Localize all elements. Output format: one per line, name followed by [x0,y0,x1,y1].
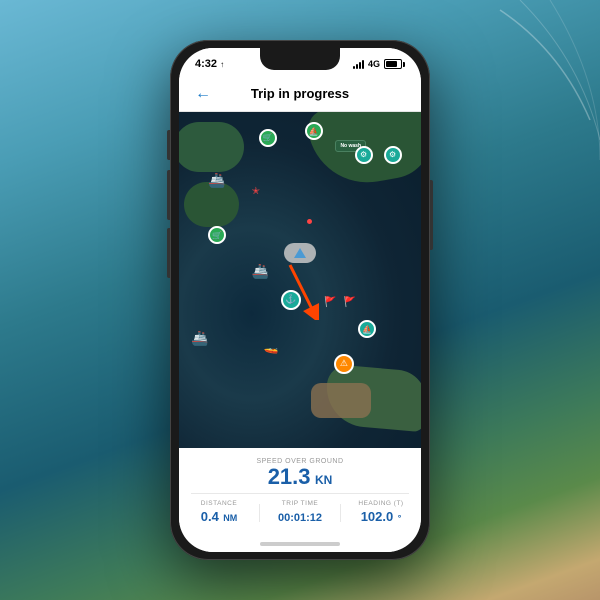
trip-time-display: 00:01:12 [260,508,340,526]
back-arrow-icon: ← [195,85,211,103]
distance-display: 0.4 NM [179,508,259,526]
teal-boat-marker[interactable]: ⛵ [358,320,376,338]
phone-notch [260,48,340,70]
warning-marker[interactable]: ⚠ [334,354,354,374]
teal-pin-gear-icon: ⚙ [355,146,373,164]
page-title-text: Trip in progress [251,86,349,101]
location-arrow-icon: ↑ [220,60,224,69]
teal-pin-gear-icon-2: ⚙ [384,146,402,164]
trip-time-value: 00:01:12 [278,512,322,524]
power-button [430,180,433,250]
metrics-row: DISTANCE 0.4 NM TRIP TIME 00:01:12 [179,494,421,526]
trip-time-label: TRIP TIME [260,500,340,507]
green-pin-shop-icon: 🛒 [208,226,226,244]
warning-pin-icon: ⚠ [334,354,354,374]
map-marker-shop-1[interactable]: 🛒 [259,129,277,147]
map-view[interactable]: No wash ✭ 🛒 ⛵ ⚙ ⚙ [179,112,421,448]
red-star-icon: ✭ [252,186,260,197]
heading-arrow-icon [294,248,306,258]
yellow-flag-icon-2: 🚩 [344,297,356,308]
bg-decoration [400,0,600,200]
green-pin-boat-icon: ⛵ [305,122,323,140]
speed-value: 21.3 [268,464,311,489]
yellow-flag-2: 🚩 [344,297,356,308]
navigation-bar: ← Trip in progress [179,76,421,112]
distance-value: 0.4 [201,509,219,524]
heading-metric: HEADING (T) 102.0 ° [341,500,421,526]
anchor-icon: ⚓ [285,294,296,305]
map-marker-settings-1[interactable]: ⚙ [355,146,373,164]
yellow-flag-icon-1: 🚩 [324,297,336,308]
map-marker-boat-1[interactable]: ⛵ [305,122,323,140]
battery-icon [384,59,405,69]
volume-silent-button [167,130,170,160]
speed-display: 21.3 KN [191,465,409,489]
green-pin-icon: 🛒 [259,129,277,147]
ship-icon-2: 🚢 [252,263,269,280]
phone-shell: 4:32 ↑ 4G [170,40,430,560]
home-bar [179,536,421,552]
phone-screen: 4:32 ↑ 4G [179,48,421,552]
map-marker-settings-2[interactable]: ⚙ [384,146,402,164]
signal-strength-icon [353,59,364,69]
home-bar-indicator [260,542,340,546]
yellow-flag-1: 🚩 [324,297,336,308]
map-marker-shop-2[interactable]: 🛒 [208,226,226,244]
ship-icon-3: 🚢 [191,330,208,347]
speedboat-icon: 🚤 [264,340,279,354]
network-type-label: 4G [368,59,380,69]
heading-value: 102.0 [361,509,394,524]
distance-label: DISTANCE [179,500,259,507]
speed-section: SPEED OVER GROUND 21.3 KN [191,456,409,494]
anchor-marker[interactable]: ⚓ [281,290,301,310]
trip-time-metric: TRIP TIME 00:01:12 [260,500,340,526]
heading-label: HEADING (T) [341,500,421,507]
heading-indicator [284,243,316,263]
land-bottom-mid [311,383,371,418]
speed-unit: KN [315,473,332,487]
volume-down-button [167,228,170,278]
volume-up-button [167,170,170,220]
stats-panel: SPEED OVER GROUND 21.3 KN DISTANCE 0.4 N… [179,448,421,536]
distance-unit: NM [223,513,237,523]
heading-unit: ° [398,513,402,523]
status-time: 4:32 ↑ [195,58,224,70]
phone-device: 4:32 ↑ 4G [170,40,430,560]
ship-icon-1: 🚢 [208,172,225,189]
land-mass-top-left [179,122,244,172]
heading-display: 102.0 ° [341,508,421,526]
status-icons: 4G [353,59,405,69]
heading-arrow-circle [284,243,316,263]
back-button[interactable]: ← [191,82,215,106]
distance-metric: DISTANCE 0.4 NM [179,500,259,526]
clock-display: 4:32 [195,58,217,70]
teal-boat-pin-icon: ⛵ [358,320,376,338]
red-star-marker: ✭ [252,186,260,197]
